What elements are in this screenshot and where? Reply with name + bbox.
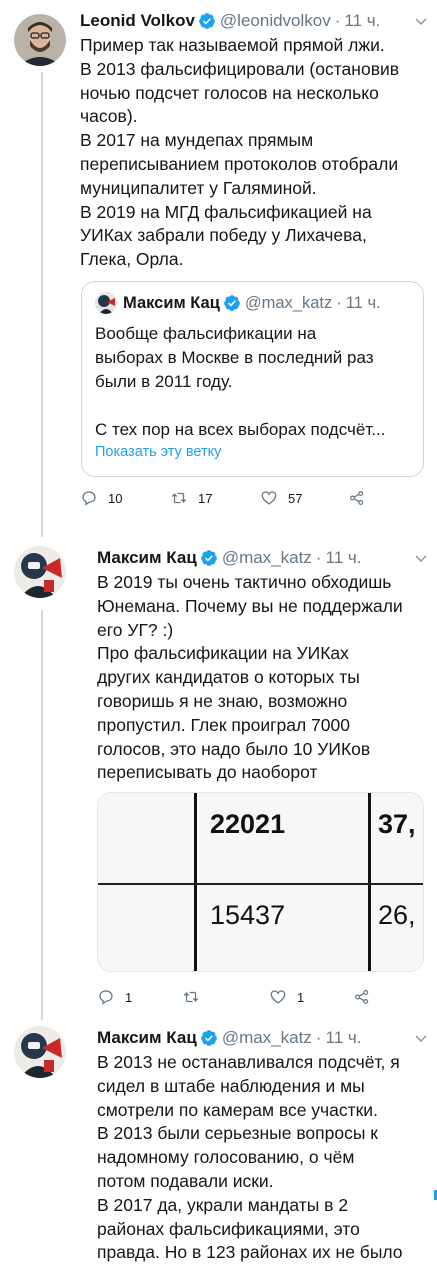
avatar[interactable] xyxy=(14,546,66,598)
tweet-max-katz-reply-2[interactable]: Максим Кац @max_katz · 11 ч. В 2013 не о… xyxy=(0,1018,437,1280)
table-cell: 26, xyxy=(378,900,416,930)
author-name[interactable]: Максим Кац xyxy=(97,548,197,568)
like-count: 57 xyxy=(288,490,303,506)
tweet-text: В 2013 не останавливался подсчёт, я сиде… xyxy=(97,1052,403,1263)
author-handle[interactable]: @leonidvolkov xyxy=(220,11,331,31)
verified-icon xyxy=(200,550,217,566)
like-button[interactable]: 57 xyxy=(260,489,302,507)
verified-icon xyxy=(199,13,215,29)
avatar xyxy=(95,292,117,314)
timestamp[interactable]: 11 ч. xyxy=(326,548,362,568)
tweet-actions: 1 1 xyxy=(97,988,397,1008)
tweet-actions: 10 17 57 xyxy=(80,489,380,509)
quoted-timestamp: 11 ч. xyxy=(345,293,381,312)
like-button[interactable]: 1 xyxy=(269,988,304,1006)
tweet-text: Пример так называемой прямой лжи. В 2013… xyxy=(80,35,400,270)
quoted-author-handle: @max_katz xyxy=(244,293,333,312)
retweet-button[interactable] xyxy=(182,988,210,1006)
author-name[interactable]: Максим Кац xyxy=(97,1028,197,1048)
tweet-header: Максим Кац @max_katz · 11 ч. xyxy=(97,546,429,570)
table-cell: 37, xyxy=(378,809,416,839)
tweet-text: В 2019 ты очень тактично обходишь Юнеман… xyxy=(97,572,403,783)
reply-icon xyxy=(82,491,96,506)
timestamp[interactable]: 11 ч. xyxy=(326,1028,362,1048)
retweet-count: 17 xyxy=(198,490,213,506)
verified-icon xyxy=(200,1030,217,1046)
author-handle[interactable]: @max_katz xyxy=(222,548,312,568)
verified-icon xyxy=(223,295,240,311)
like-icon xyxy=(270,990,286,1004)
retweet-icon xyxy=(171,492,187,504)
chevron-down-icon[interactable] xyxy=(413,550,429,566)
share-button[interactable] xyxy=(348,489,376,507)
reply-button[interactable]: 10 xyxy=(80,489,122,507)
like-count: 1 xyxy=(297,989,305,1005)
quoted-tweet-text: Вообще фальсификации на выборах в Москве… xyxy=(95,324,386,439)
chevron-down-icon[interactable] xyxy=(413,13,429,29)
share-icon xyxy=(350,491,364,505)
avatar[interactable] xyxy=(14,1026,66,1078)
table-line xyxy=(98,883,423,885)
retweet-icon xyxy=(183,991,199,1003)
table-line xyxy=(368,793,371,971)
timestamp[interactable]: 11 ч. xyxy=(344,11,380,31)
tweet-media-image[interactable]: 22021 37, 15437 26, xyxy=(97,792,424,972)
retweet-button[interactable]: 17 xyxy=(170,489,212,507)
tweet-leonid-volkov[interactable]: Leonid Volkov @leonidvolkov · 11 ч. Прим… xyxy=(0,0,437,520)
reply-button[interactable]: 1 xyxy=(97,988,132,1006)
table-cell: 15437 xyxy=(210,900,286,930)
share-button[interactable] xyxy=(353,988,381,1006)
quoted-tweet-header: Максим Кац @max_katz · 11 ч. xyxy=(95,292,381,314)
reply-icon xyxy=(99,990,113,1005)
tweet-max-katz-reply-1[interactable]: Максим Кац @max_katz · 11 ч. В 2019 ты о… xyxy=(0,538,437,1018)
table-line xyxy=(194,793,197,971)
chevron-down-icon[interactable] xyxy=(413,1030,429,1046)
author-handle[interactable]: @max_katz xyxy=(222,1028,312,1048)
avatar[interactable] xyxy=(14,14,66,66)
quoted-author-name: Максим Кац xyxy=(123,293,220,312)
table-cell: 22021 xyxy=(210,809,286,839)
reply-count: 10 xyxy=(108,490,123,506)
quoted-tweet[interactable]: Максим Кац @max_katz · 11 ч. Вообще фаль… xyxy=(81,281,424,477)
show-thread-link[interactable]: Показать эту ветку xyxy=(95,444,221,460)
share-icon xyxy=(355,990,369,1004)
reply-count: 1 xyxy=(125,989,133,1005)
tweet-header: Максим Кац @max_katz · 11 ч. xyxy=(97,1026,429,1050)
tweet-header: Leonid Volkov @leonidvolkov · 11 ч. xyxy=(80,9,429,33)
like-icon xyxy=(261,491,277,505)
author-name[interactable]: Leonid Volkov xyxy=(80,11,195,31)
